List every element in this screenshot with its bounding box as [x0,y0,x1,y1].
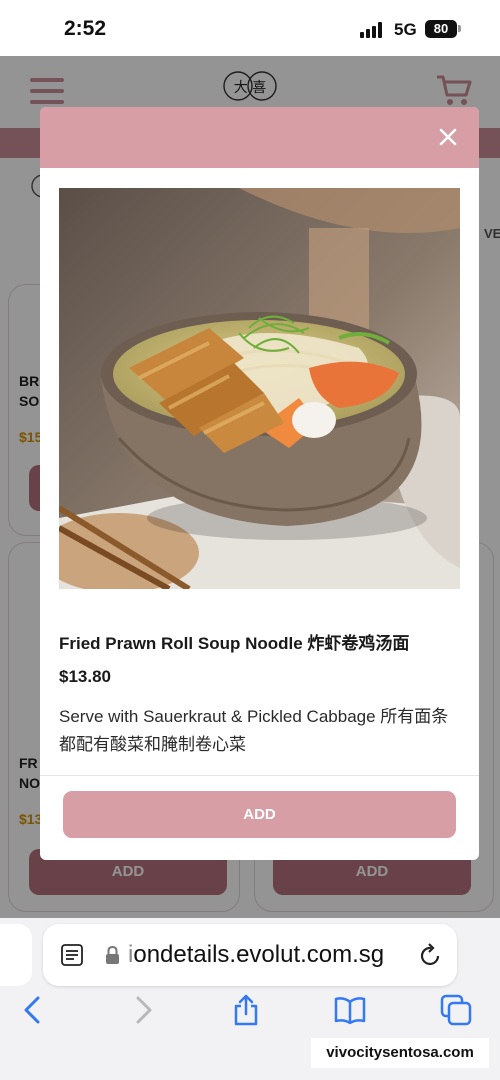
modal-divider [40,775,479,776]
modal-header [40,107,479,168]
back-icon[interactable] [18,994,50,1026]
address-bar[interactable]: iondetails.evolut.com.sg [43,924,457,986]
close-icon[interactable] [435,124,461,150]
add-to-cart-button[interactable]: ADD [63,791,456,838]
product-title: Fried Prawn Roll Soup Noodle 炸虾卷鸡汤面 [59,634,410,653]
status-time: 2:52 [64,17,107,40]
battery-tip [458,25,461,32]
reload-icon[interactable] [419,942,443,968]
product-price: $13.80 [59,667,111,686]
battery-icon: 80 [425,20,457,38]
tabs-icon[interactable] [440,994,472,1026]
url-text[interactable]: iondetails.evolut.com.sg [128,941,384,969]
url-domain: ondetails.evolut.com.sg [133,941,385,968]
reader-icon[interactable] [61,944,83,966]
lock-icon [106,945,119,964]
bookmarks-icon[interactable] [334,994,366,1026]
signal-icon [360,22,386,38]
network-type: 5G [394,20,417,39]
forward-icon[interactable] [126,994,158,1026]
share-icon[interactable] [230,994,262,1026]
product-description: Serve with Sauerkraut & Pickled Cabbage … [59,707,449,754]
product-image [59,188,460,589]
watermark: vivocitysentosa.com [311,1038,489,1068]
previous-tab[interactable] [0,924,32,986]
status-bar: 2:52 5G 80 [0,0,500,56]
product-modal: Fried Prawn Roll Soup Noodle 炸虾卷鸡汤面 $13.… [40,107,479,860]
